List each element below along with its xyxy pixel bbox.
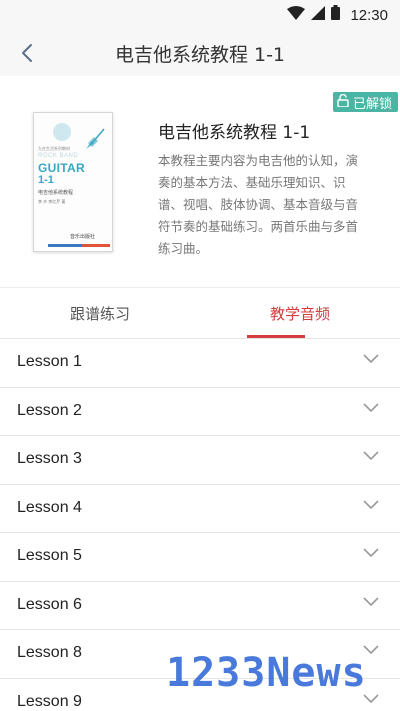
unlocked-label: 已解锁 [352, 96, 392, 112]
signal-icon [311, 5, 326, 25]
list-item[interactable]: Lesson 3 [0, 436, 400, 485]
lesson-label: Lesson 3 [17, 450, 82, 467]
lesson-label: Lesson 6 [17, 595, 82, 613]
chevron-down-icon[interactable] [362, 547, 380, 559]
watermark: 1233News [166, 650, 367, 696]
status-time: 12:30 [350, 6, 388, 24]
chevron-down-icon[interactable] [362, 353, 380, 365]
cover-publisher: 音乐出版社 [70, 234, 96, 240]
list-item[interactable]: Lesson 1 [0, 339, 400, 388]
tab-bar: 跟谱练习 教学音频 [0, 288, 400, 338]
cover-stripe [48, 244, 110, 247]
lesson-label: Lesson 4 [17, 498, 82, 516]
chevron-down-icon[interactable] [362, 596, 380, 608]
lesson-label: Lesson 8 [17, 644, 82, 661]
lesson-label: Lesson 5 [17, 547, 82, 564]
tab-score-practice[interactable]: 跟谱练习 [0, 288, 200, 338]
course-cover-image[interactable]: 九在生活系列教材 ROCK BAND GUITAR 1-1 电吉他系统教程 李 … [33, 112, 113, 252]
list-item[interactable]: Lesson 4 [0, 485, 400, 533]
list-item[interactable]: Lesson 5 [0, 533, 400, 582]
list-item[interactable]: Lesson 6 [0, 582, 400, 630]
wifi-icon [287, 5, 306, 25]
status-icons: 12:30 [287, 5, 388, 25]
lesson-label: Lesson 2 [17, 401, 82, 419]
unlock-icon [337, 93, 349, 111]
page-title: 电吉他系统教程 1-1 [114, 44, 286, 66]
course-description: 本教程主要内容为电吉他的认知，演奏的基本方法、基础乐理知识、识谱、视唱、肢体协调… [158, 153, 359, 256]
status-bar: 12:30 [0, 0, 400, 30]
list-item[interactable]: Lesson 2 [0, 388, 400, 436]
guitar-icon [84, 127, 106, 156]
unlocked-badge: 已解锁 [332, 92, 398, 112]
tab-teaching-audio[interactable]: 教学音频 [200, 288, 400, 338]
lesson-label: Lesson 1 [17, 353, 82, 370]
chevron-down-icon[interactable] [362, 499, 380, 511]
battery-icon [331, 5, 341, 25]
cover-subtitle: 电吉他系统教程 [38, 190, 74, 196]
cover-series: 九在生活系列教材 [38, 146, 70, 151]
cover-pre-title: ROCK BAND [38, 153, 79, 159]
lesson-label: Lesson 9 [17, 692, 82, 710]
cover-emblem [53, 123, 71, 141]
chevron-down-icon[interactable] [362, 450, 380, 462]
chevron-down-icon[interactable] [362, 402, 380, 414]
cover-number: 1-1 [38, 174, 54, 186]
cover-guitar-text: GUITAR [38, 161, 85, 175]
nav-bar: 电吉他系统教程 1-1 [0, 30, 400, 76]
cover-authors: 李 卉 李红芹 著 [38, 199, 66, 204]
course-title: 电吉他系统教程 1-1 [158, 123, 311, 143]
